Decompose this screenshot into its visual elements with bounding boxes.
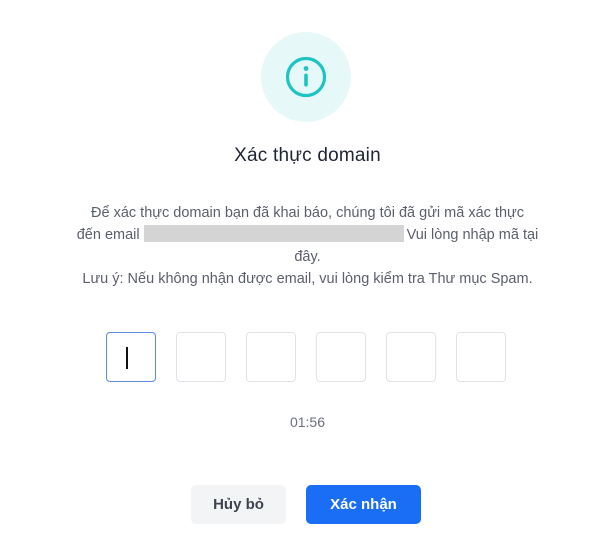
confirm-button[interactable]: Xác nhận (306, 485, 421, 524)
info-icon-badge (261, 32, 351, 122)
dialog-title: Xác thực domain (234, 145, 381, 166)
otp-digit-4[interactable] (316, 332, 366, 382)
otp-digit-6[interactable] (456, 332, 506, 382)
text-caret (126, 347, 128, 369)
otp-digit-1[interactable] (106, 332, 156, 382)
dialog-description: Để xác thực domain bạn đã khai báo, chún… (30, 202, 585, 290)
otp-digit-5[interactable] (386, 332, 436, 382)
description-line-3: đây. (294, 249, 321, 265)
verify-domain-dialog: Xác thực domain Để xác thực domain bạn đ… (0, 0, 615, 552)
otp-digit-3[interactable] (246, 332, 296, 382)
description-line-2-prefix: đến email (76, 227, 140, 243)
countdown-timer: 01:56 (289, 414, 326, 430)
info-icon (285, 56, 327, 98)
description-line-1: Để xác thực domain bạn đã khai báo, chún… (91, 205, 524, 221)
description-line-2-suffix: Vui lòng nhập mã tại (406, 227, 539, 243)
spam-note: Lưu ý: Nếu không nhận được email, vui lò… (82, 271, 533, 287)
otp-digit-2[interactable] (176, 332, 226, 382)
otp-input-group (106, 332, 506, 382)
cancel-button[interactable]: Hủy bỏ (191, 485, 286, 524)
redacted-email (143, 225, 404, 242)
description-line-2: đến email Vui lòng nhập mã tại (30, 224, 585, 246)
